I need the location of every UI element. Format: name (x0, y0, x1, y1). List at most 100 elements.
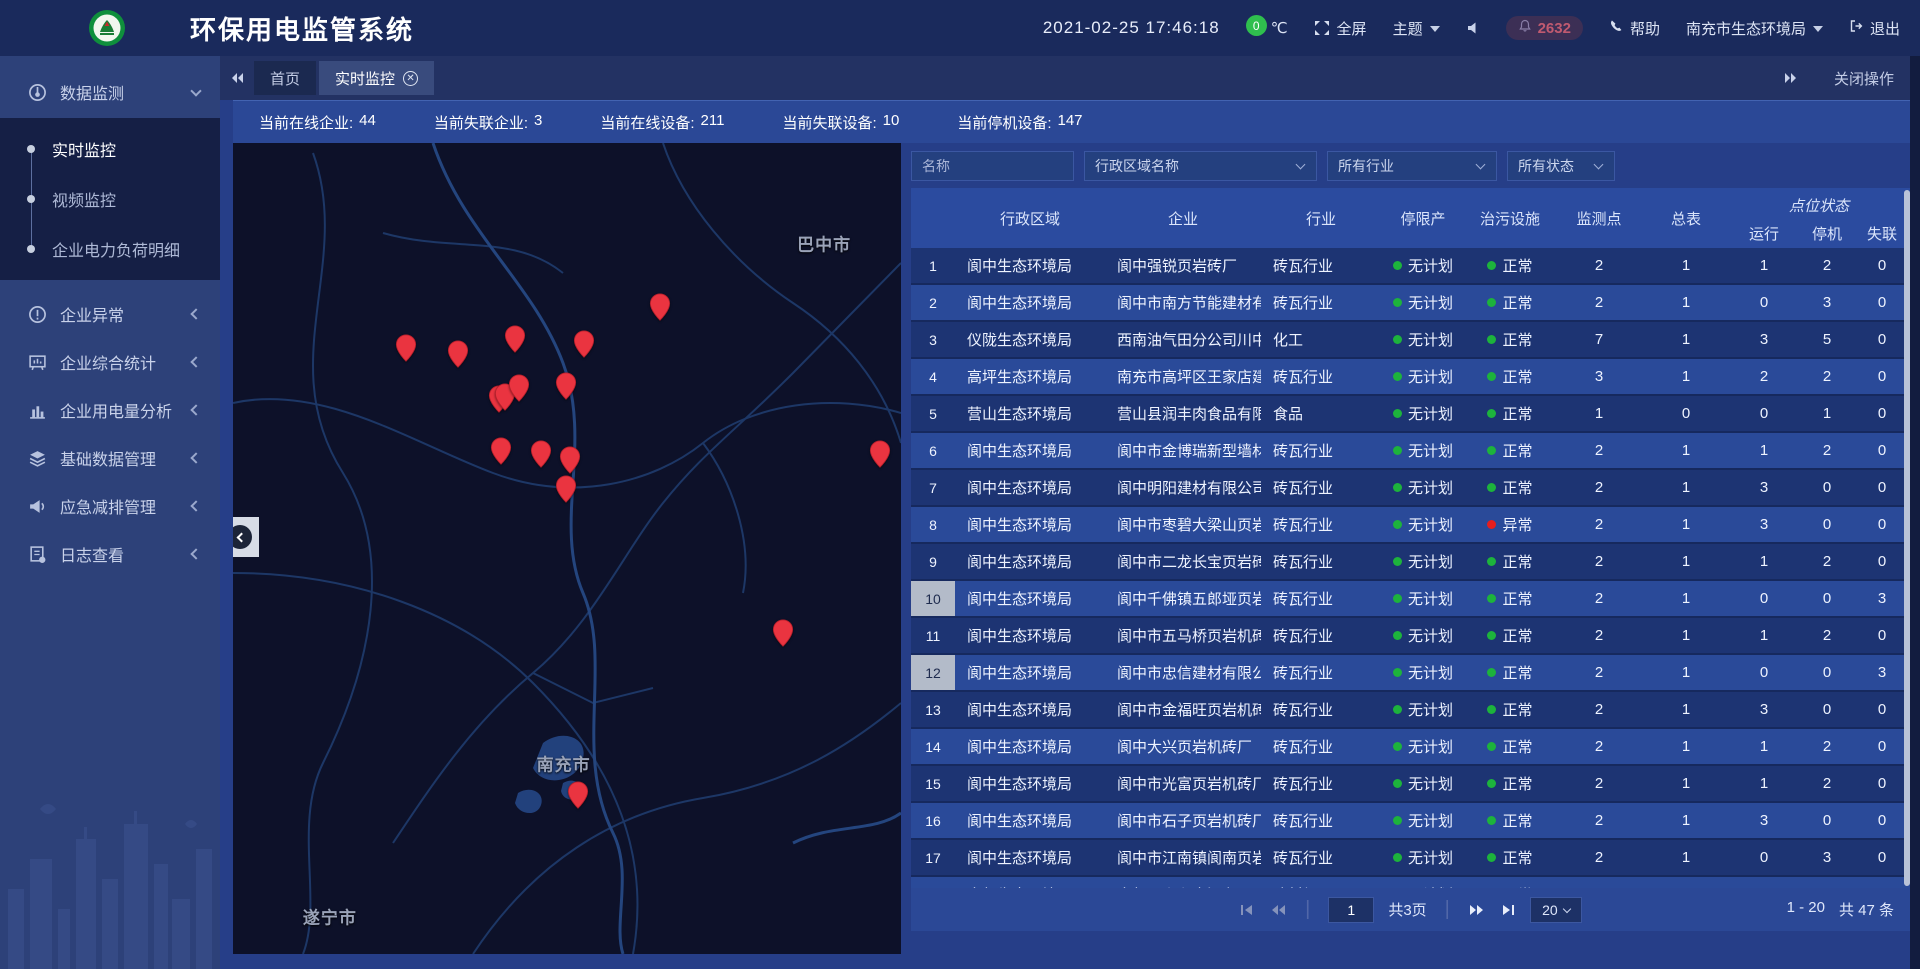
stat-value: 211 (701, 112, 725, 133)
layers-icon (28, 449, 47, 468)
status-select[interactable]: 所有状态 (1507, 151, 1615, 181)
cell-points: 2 (1555, 729, 1643, 764)
cell-points: 2 (1555, 840, 1643, 875)
table-row[interactable]: 7 阆中生态环境局 阆中明阳建材有限公司 砖瓦行业 无计划 正常 2 1 3 0… (911, 470, 1910, 507)
table-row[interactable]: 12 阆中生态环境局 阆中市忠信建材有限公 砖瓦行业 无计划 正常 2 1 0 … (911, 655, 1910, 692)
sidebar-item-6[interactable]: 应急减排管理 (0, 482, 220, 530)
facility-status-dot (1487, 372, 1496, 381)
cell-meters: 1 (1643, 618, 1729, 653)
help-button[interactable]: 帮助 (1609, 18, 1660, 39)
sidebar-item-1[interactable]: 数据监测 (0, 66, 220, 118)
table-row[interactable]: 16 阆中生态环境局 阆中市石子页岩机砖厂 砖瓦行业 无计划 正常 2 1 3 … (911, 803, 1910, 840)
tab-close-icon[interactable]: ✕ (403, 71, 418, 86)
tab-realtime-monitoring[interactable]: 实时监控 ✕ (319, 61, 434, 95)
sidebar-item-5[interactable]: 基础数据管理 (0, 434, 220, 482)
next-page-button[interactable] (1468, 904, 1486, 916)
cell-points: 2 (1555, 803, 1643, 838)
chevron-left-icon (190, 356, 201, 367)
table-row[interactable]: 17 阆中生态环境局 阆中市江南镇阆南页岩 砖瓦行业 无计划 正常 2 1 0 … (911, 840, 1910, 877)
sidebar-subitem[interactable]: 视频监控 (0, 174, 220, 224)
cell-running: 3 (1729, 692, 1799, 727)
table-row[interactable]: 4 高坪生态环境局 南充市高坪区王家店建 砖瓦行业 无计划 正常 3 1 2 2… (911, 359, 1910, 396)
table-row[interactable]: 5 营山生态环境局 营山县润丰肉食品有限 食品 无计划 正常 1 0 0 1 0 (911, 396, 1910, 433)
sidebar-subitem[interactable]: 企业电力负荷明细 (0, 224, 220, 274)
cell-stopped: 2 (1799, 248, 1855, 283)
cell-region: 阆中生态环境局 (955, 692, 1105, 727)
table-row[interactable]: 1 阆中生态环境局 阆中强锐页岩砖厂 砖瓦行业 无计划 正常 2 1 1 2 0 (911, 248, 1910, 285)
close-operations-button[interactable]: 关闭操作 (1834, 68, 1894, 89)
exit-button[interactable]: 退出 (1849, 18, 1900, 39)
map-marker-pin[interactable] (567, 781, 588, 809)
cell-industry: 化工 (1261, 322, 1381, 357)
map-marker-pin[interactable] (508, 374, 529, 402)
table-row[interactable]: 15 阆中生态环境局 阆中市光富页岩机砖厂 砖瓦行业 无计划 正常 2 1 1 … (911, 766, 1910, 803)
map-marker-pin[interactable] (396, 334, 417, 362)
map-marker-pin[interactable] (556, 475, 577, 503)
cell-meters: 0 (1643, 877, 1729, 888)
map-marker-pin[interactable] (573, 330, 594, 358)
cell-limit: 无计划 (1381, 396, 1465, 431)
facility-status-dot (1487, 779, 1496, 788)
first-page-button[interactable] (1239, 904, 1255, 916)
name-search-input[interactable] (911, 151, 1074, 181)
table-row[interactable]: 3 仪陇生态环境局 西南油气田分公司川中 化工 无计划 正常 7 1 3 5 0 (911, 322, 1910, 359)
table-row[interactable]: 6 阆中生态环境局 阆中市金博瑞新型墙材 砖瓦行业 无计划 正常 2 1 1 2… (911, 433, 1910, 470)
previous-page-button[interactable] (1269, 904, 1287, 916)
notification-badge[interactable]: 2632 (1506, 16, 1583, 40)
sidebar-item-7[interactable]: 日志查看 (0, 530, 220, 578)
table-row[interactable]: 2 阆中生态环境局 阆中市南方节能建材有 砖瓦行业 无计划 正常 2 1 0 3… (911, 285, 1910, 322)
page-size-select[interactable]: 20 (1530, 897, 1582, 923)
cell-limit: 无计划 (1381, 692, 1465, 727)
sidebar-item-4[interactable]: 企业用电量分析 (0, 386, 220, 434)
table-scrollbar-thumb[interactable] (1904, 190, 1910, 886)
sidebar-item-3[interactable]: 企业综合统计 (0, 338, 220, 386)
map-marker-pin[interactable] (556, 372, 577, 400)
tabs-scroll-right-button[interactable] (1774, 72, 1808, 84)
cell-company: 营山县润丰肉食品有限 (1105, 396, 1261, 431)
limit-status-dot (1393, 853, 1402, 862)
map-marker-pin[interactable] (530, 440, 551, 468)
cell-limit: 无计划 (1381, 655, 1465, 690)
cell-stopped: 2 (1799, 544, 1855, 579)
cell-lost: 0 (1855, 840, 1909, 875)
facility-status-dot (1487, 261, 1496, 270)
cell-facility: 正常 (1465, 285, 1555, 320)
map-collapse-button[interactable] (233, 517, 259, 557)
table-row[interactable]: 18 南部生态环境局 南部县砌兴水泥有限公 建材加工 无计划 正常 6 0 0 … (911, 877, 1910, 888)
sidebar-subitem[interactable]: 实时监控 (0, 124, 220, 174)
cell-points: 2 (1555, 248, 1643, 283)
sidebar-item-2[interactable]: 企业异常 (0, 290, 220, 338)
map-marker-pin[interactable] (869, 440, 890, 468)
cell-facility: 正常 (1465, 581, 1555, 616)
table-row[interactable]: 14 阆中生态环境局 阆中大兴页岩机砖厂 砖瓦行业 无计划 正常 2 1 1 2… (911, 729, 1910, 766)
map-marker-pin[interactable] (448, 340, 469, 368)
table-row[interactable]: 9 阆中生态环境局 阆中市二龙长宝页岩砖 砖瓦行业 无计划 正常 2 1 1 2… (911, 544, 1910, 581)
last-page-button[interactable] (1500, 904, 1516, 916)
cell-region: 营山生态环境局 (955, 396, 1105, 431)
tab-home[interactable]: 首页 (254, 61, 316, 95)
speaker-mute-icon[interactable] (1466, 21, 1480, 35)
fullscreen-button[interactable]: 全屏 (1314, 18, 1367, 39)
map-marker-pin[interactable] (649, 293, 670, 321)
table-row[interactable]: 10 阆中生态环境局 阆中千佛镇五郎垭页岩 砖瓦行业 无计划 正常 2 1 0 … (911, 581, 1910, 618)
table-row[interactable]: 11 阆中生态环境局 阆中市五马桥页岩机砖 砖瓦行业 无计划 正常 2 1 1 … (911, 618, 1910, 655)
stat-label: 当前在线设备: (600, 112, 694, 133)
industry-select[interactable]: 所有行业 (1327, 151, 1497, 181)
region-select[interactable]: 行政区域名称 (1084, 151, 1317, 181)
table-row[interactable]: 8 阆中生态环境局 阆中市枣碧大梁山页岩 砖瓦行业 无计划 异常 2 1 3 0… (911, 507, 1910, 544)
map-marker-pin[interactable] (772, 619, 793, 647)
tabs-scroll-left-button[interactable] (220, 72, 254, 84)
cell-lost: 0 (1855, 877, 1909, 888)
theme-dropdown[interactable]: 主题 (1393, 18, 1440, 39)
table-row[interactable]: 13 阆中生态环境局 阆中市金福旺页岩机砖 砖瓦行业 无计划 正常 2 1 3 … (911, 692, 1910, 729)
map-marker-pin[interactable] (504, 325, 525, 353)
map-marker-pin[interactable] (490, 437, 511, 465)
org-dropdown[interactable]: 南充市生态环境局 (1686, 18, 1823, 39)
map-panel[interactable]: 巴中市南充市遂宁市 (233, 143, 901, 954)
cell-lost: 0 (1855, 248, 1909, 283)
cell-meters: 1 (1643, 248, 1729, 283)
map-marker-pin[interactable] (559, 446, 580, 474)
cell-facility: 正常 (1465, 655, 1555, 690)
cell-limit: 无计划 (1381, 544, 1465, 579)
page-number-input[interactable] (1328, 897, 1374, 923)
